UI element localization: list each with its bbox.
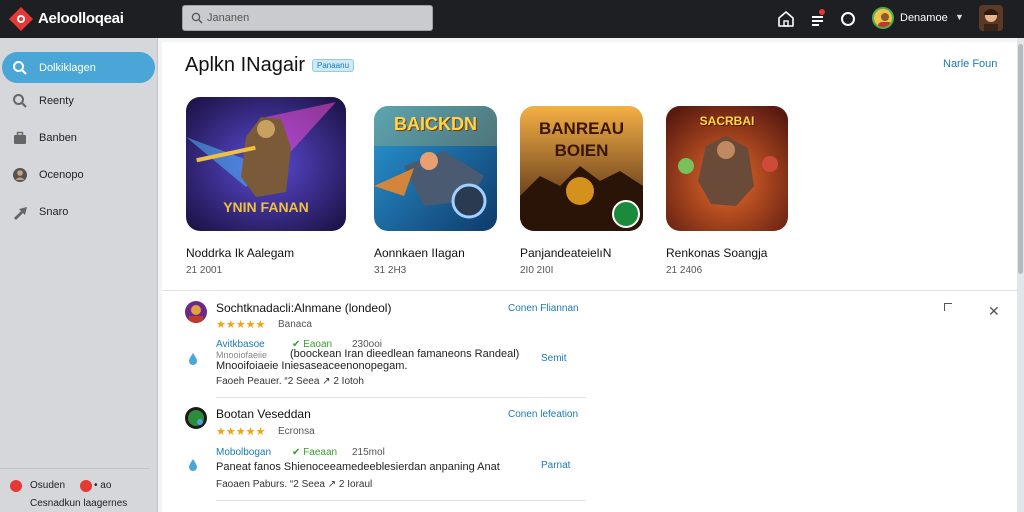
- rating-stars: ★★★★★: [216, 426, 266, 438]
- see-more-link[interactable]: Narle Foun: [943, 58, 997, 70]
- feed-divider: [216, 500, 586, 501]
- sidebar-item-2[interactable]: Banben: [2, 122, 155, 153]
- page-title: Aplkn INagair: [185, 54, 306, 76]
- expand-icon[interactable]: [944, 303, 952, 311]
- rating-label: Ecronsa: [278, 426, 315, 437]
- feed-action-link[interactable]: Parnat: [541, 460, 570, 471]
- feed-body-line: (boockean Iran dieedlean famaneons Rande…: [290, 348, 520, 360]
- status-dot-icon: [10, 480, 22, 492]
- sidebar-item-label: Ocenopo: [39, 168, 84, 181]
- status-dot-icon: [80, 480, 92, 492]
- game-art-text: BAICKDN: [394, 114, 477, 134]
- sidebar-item-1[interactable]: Reenty: [2, 85, 155, 116]
- footer-left-label[interactable]: Osuden: [30, 480, 65, 491]
- sidebar-item-3[interactable]: Ocenopo: [2, 159, 155, 190]
- app-tile-3[interactable]: SACRBAI: [666, 106, 788, 231]
- sidebar-divider: [0, 468, 150, 469]
- user-name[interactable]: Denamoe: [900, 12, 948, 24]
- search-box[interactable]: [182, 5, 433, 31]
- app-meta: 2I0 2I0I: [520, 265, 554, 276]
- app-title[interactable]: Noddrka Ik Aalegam: [186, 246, 294, 260]
- tag-size: 215mol: [352, 447, 385, 458]
- user-avatar[interactable]: [872, 7, 894, 29]
- rating-label: Banaca: [278, 319, 312, 330]
- feed-link[interactable]: Conen Fliannan: [508, 303, 579, 314]
- home-icon[interactable]: [776, 9, 796, 29]
- close-icon[interactable]: ✕: [988, 303, 1000, 320]
- game-badge-icon: [612, 200, 640, 228]
- sidebar: Dolkiklagen Reenty Banben Ocenopo Snaro …: [0, 38, 158, 512]
- sidebar-item-0[interactable]: Dolkiklagen: [2, 52, 155, 83]
- feed-author[interactable]: Sochtknadacli:Alnmane (londeol): [216, 301, 391, 315]
- arrow-icon: [14, 206, 27, 220]
- app-meta: 21 2001: [186, 265, 223, 276]
- search-icon: [13, 60, 27, 75]
- feed-meta: Faoeh Peauer. “2 Seea ↗ 2 Iotoh: [216, 376, 364, 387]
- sidebar-item-label: Banben: [39, 131, 77, 144]
- chevron-down-icon[interactable]: ▼: [955, 12, 964, 22]
- sidebar-item-label: Reenty: [39, 94, 74, 107]
- search-input[interactable]: [207, 10, 407, 26]
- search-icon: [191, 12, 203, 24]
- droplet-icon: [189, 459, 197, 471]
- feed-divider: [216, 397, 586, 398]
- app-meta: 31 2H3: [374, 265, 407, 276]
- search-icon: [13, 93, 27, 108]
- briefcase-icon: [14, 131, 26, 144]
- feed-body-line: Mnooifoiaeie Iniesaseaceenonopegam.: [216, 360, 408, 372]
- droplet-icon: [189, 353, 197, 365]
- app-title[interactable]: Renkonas Soangja: [666, 246, 767, 260]
- tag-verified: ✔ Faeaan: [292, 447, 338, 458]
- footer-bottom-text: Cesnadkun laagernes: [30, 498, 128, 509]
- feed-link[interactable]: Conen lefeation: [508, 409, 578, 420]
- app-tile-1[interactable]: BAICKDN: [374, 106, 497, 231]
- app-title[interactable]: PanjandeateielıN: [520, 246, 611, 260]
- section-divider: [162, 290, 1017, 291]
- status-badge: Panaanu: [312, 59, 355, 72]
- feed-body-prefix: Mnooiofaeiie: [216, 350, 268, 360]
- tag-category[interactable]: Mobolbogan: [216, 447, 271, 458]
- tag-category[interactable]: Avitkbasoe: [216, 339, 265, 350]
- app-meta: 21 2406: [666, 265, 703, 276]
- circle-icon[interactable]: [838, 9, 858, 29]
- scrollbar-thumb[interactable]: [1018, 44, 1023, 274]
- top-bar: Aeloolloqeai Denamoe ▼: [0, 0, 1024, 38]
- rating-stars: ★★★★★: [216, 319, 266, 331]
- sidebar-item-4[interactable]: Snaro: [2, 196, 155, 227]
- feed-body-line: Paneat fanos Shienoceeamedeeblesierdan a…: [216, 461, 500, 473]
- profile-avatar[interactable]: [979, 5, 1003, 31]
- person-icon: [13, 167, 27, 182]
- footer-right-label: • ao: [94, 480, 112, 491]
- feed-action-link[interactable]: Semit: [541, 353, 567, 364]
- game-art-text: YNIN FANAN: [223, 199, 309, 215]
- game-art-text: BANREAU BOIEN: [539, 119, 624, 160]
- app-tile-0[interactable]: YNIN FANAN: [186, 97, 346, 231]
- sidebar-item-label: Snaro: [39, 205, 69, 218]
- avatar[interactable]: [185, 301, 207, 323]
- feed-meta: Faoaen Paburs. “2 Seea ↗ 2 Ioraul: [216, 479, 373, 490]
- app-tile-2[interactable]: BANREAU BOIEN: [520, 106, 643, 231]
- logo-icon[interactable]: [8, 6, 34, 32]
- app-title[interactable]: Aonnkaen IIagan: [374, 246, 465, 260]
- game-art-text: SACRBAI: [699, 114, 755, 128]
- app-brand: Aeloolloqeai: [38, 10, 124, 27]
- avatar[interactable]: [185, 407, 207, 429]
- notification-badge: [818, 8, 826, 16]
- sidebar-item-label: Dolkiklagen: [39, 61, 96, 74]
- feed-author[interactable]: Bootan Veseddan: [216, 407, 311, 421]
